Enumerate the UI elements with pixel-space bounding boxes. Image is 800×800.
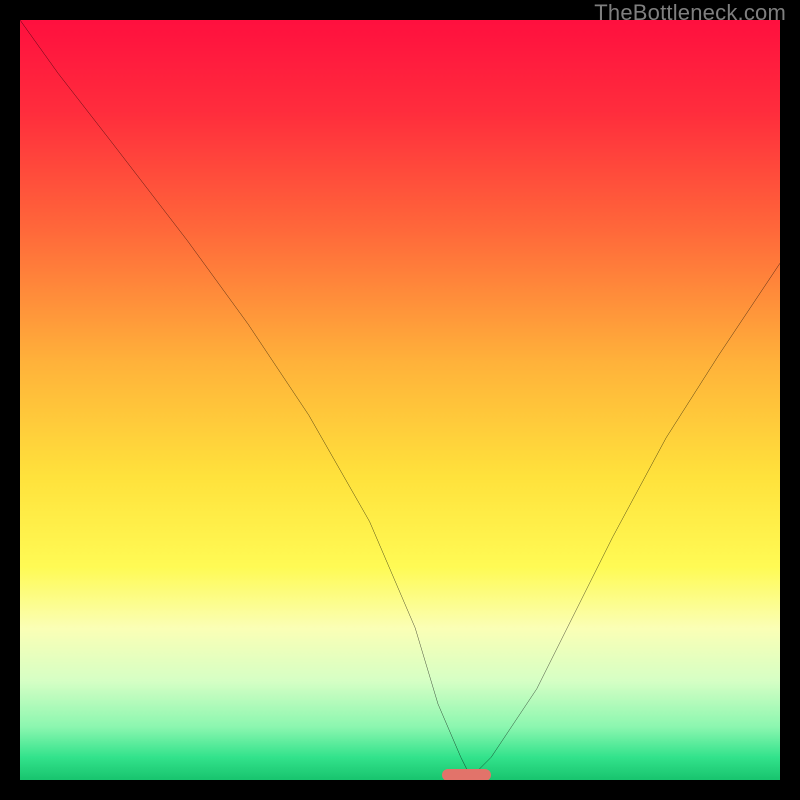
chart-frame bbox=[12, 12, 788, 788]
plot-area bbox=[20, 20, 780, 780]
optimal-marker bbox=[442, 769, 491, 780]
bottleneck-curve bbox=[20, 20, 780, 780]
curve-path bbox=[20, 20, 780, 772]
attribution-text: TheBottleneck.com bbox=[594, 0, 786, 26]
